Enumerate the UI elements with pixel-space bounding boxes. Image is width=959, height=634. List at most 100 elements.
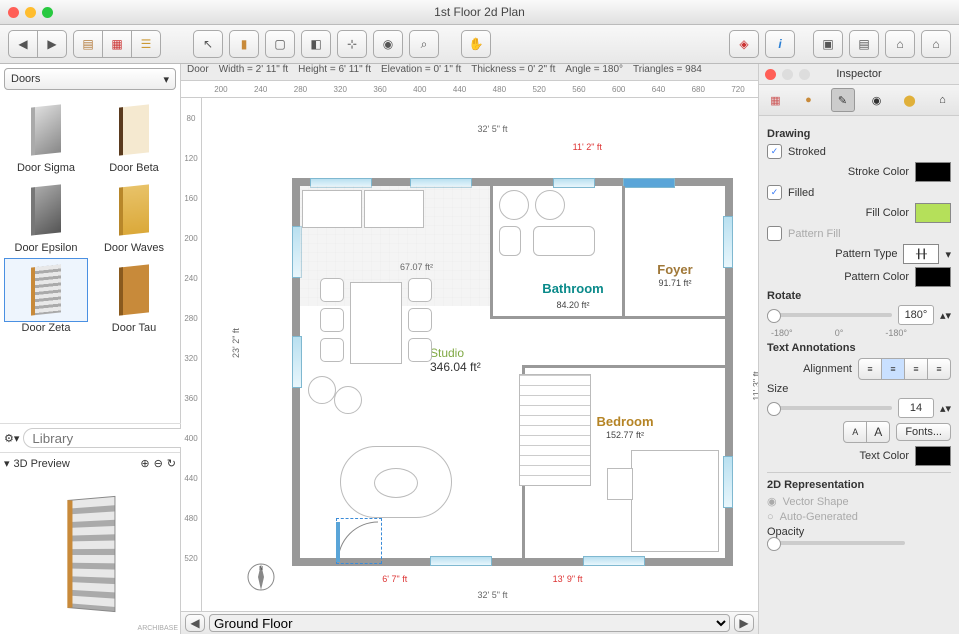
rotate-slider[interactable] (767, 313, 892, 317)
roof-tool-button[interactable]: ◧ (301, 30, 331, 58)
library-item[interactable]: Door Beta (92, 98, 176, 174)
window-titlebar: 1st Floor 2d Plan (0, 0, 959, 25)
compass-icon: N (246, 562, 276, 592)
layout-button[interactable]: ▣ (813, 30, 843, 58)
dimension: 32' 5" ft (478, 124, 508, 134)
opacity-slider[interactable] (767, 541, 905, 545)
radio-icon: ◉ (767, 495, 777, 508)
nav-forward-button[interactable]: ▶ (37, 30, 67, 58)
dimension: 13' 9" ft (553, 574, 583, 584)
library-item-label: Door Epsilon (4, 242, 88, 254)
view-3d-button[interactable]: ▦ (102, 30, 132, 58)
rotate-icon[interactable]: ↻ (167, 457, 176, 470)
floor-select[interactable]: Ground Floor (209, 614, 730, 632)
pattern-type-select[interactable]: ╂╂ (903, 244, 939, 264)
view-2d-button[interactable]: ▤ (73, 30, 103, 58)
pan-tool-button[interactable]: ✋ (461, 30, 491, 58)
dimension: 6' 7" ft (382, 574, 407, 584)
pattern-color-swatch[interactable] (915, 267, 951, 287)
stroked-checkbox[interactable]: ✓ (767, 144, 782, 159)
inspector-tab-object[interactable]: ▦ (765, 89, 787, 111)
library-item-label: Door Zeta (4, 322, 88, 334)
preview-3d[interactable]: ARCHIBASE (0, 474, 180, 634)
align-center-button[interactable]: ≡ (881, 358, 905, 380)
render-button[interactable]: ◈ (729, 30, 759, 58)
window-title: 1st Floor 2d Plan (0, 5, 959, 19)
zoom-out-icon[interactable]: ⊖ (154, 457, 163, 470)
alignment-label: Alignment (767, 363, 852, 375)
filled-checkbox[interactable]: ✓ (767, 185, 782, 200)
inspector-title: Inspector (759, 68, 959, 80)
room-area: 346.04 ft² (430, 360, 481, 374)
gear-icon[interactable]: ⚙▾ (4, 432, 19, 445)
fill-color-label: Fill Color (767, 207, 909, 219)
library-item-label: Door Beta (92, 162, 176, 174)
text-color-swatch[interactable] (915, 446, 951, 466)
home-button[interactable]: ⌂ (921, 30, 951, 58)
font-smaller-button[interactable]: A (843, 421, 867, 443)
fill-color-swatch[interactable] (915, 203, 951, 223)
dimension-tool-button[interactable]: ⊹ (337, 30, 367, 58)
library-sidebar: Doors ▾ Door Sigma Door Beta Door Epsilo… (0, 64, 181, 634)
library-item[interactable]: Door Epsilon (4, 178, 88, 254)
zoom-tool-button[interactable]: ⌕ (409, 30, 439, 58)
size-label: Size (767, 383, 788, 395)
room-area: 152.77 ft² (606, 430, 644, 440)
room-area: 91.71 ft² (658, 278, 691, 288)
inspector-tab-camera[interactable]: ◉ (866, 89, 888, 111)
library-category-value: Doors (11, 73, 40, 85)
dimension: 23' 2" ft (231, 328, 241, 358)
area-note: 67.07 ft² (400, 262, 433, 272)
inspector-tab-material[interactable]: ● (798, 89, 820, 111)
stepper-icon[interactable]: ▴▾ (940, 402, 951, 415)
wall-tool-button[interactable]: ▮ (229, 30, 259, 58)
pattern-fill-label: Pattern Fill (788, 228, 841, 240)
rotate-value[interactable]: 180° (898, 305, 934, 325)
floors-button[interactable]: ▤ (849, 30, 879, 58)
font-larger-button[interactable]: A (866, 421, 890, 443)
align-right-button[interactable]: ≡ (904, 358, 928, 380)
size-value[interactable]: 14 (898, 398, 934, 418)
floor-plan-canvas[interactable]: 32' 5" ft 11' 2" ft 23' 2" ft 11' 3" ft … (202, 98, 758, 611)
inspector-panel: Inspector ▦ ● ✎ ◉ ⬤ ⌂ Drawing ✓ Stroked … (758, 64, 959, 634)
info-bar: Door Width = 2' 11" ft Height = 6' 11" f… (181, 64, 758, 81)
size-slider[interactable] (767, 406, 892, 410)
pointer-tool-button[interactable]: ↖ (193, 30, 223, 58)
house-button[interactable]: ⌂ (885, 30, 915, 58)
view-split-button[interactable]: ☰ (131, 30, 161, 58)
fonts-button[interactable]: Fonts... (896, 423, 951, 441)
align-justify-button[interactable]: ≡ (927, 358, 951, 380)
library-category-select[interactable]: Doors ▾ (4, 68, 176, 90)
alignment-segmented[interactable]: ≡ ≡ ≡ ≡ (858, 358, 951, 380)
section-2d-repr: 2D Representation (767, 479, 951, 491)
inspector-tab-house[interactable]: ⌂ (932, 89, 954, 111)
next-floor-button[interactable]: ▶ (734, 614, 754, 632)
dimension: 32' 5" ft (478, 590, 508, 600)
prev-floor-button[interactable]: ◀ (185, 614, 205, 632)
stroke-color-swatch[interactable] (915, 162, 951, 182)
zoom-in-icon[interactable]: ⊕ (140, 457, 149, 470)
disclosure-icon[interactable]: ▾ (4, 457, 10, 470)
room-name: Foyer (657, 262, 692, 277)
inspector-tab-2d[interactable]: ✎ (831, 88, 855, 112)
room-tool-button[interactable]: ▢ (265, 30, 295, 58)
room-name: Bedroom (596, 414, 653, 429)
room-name: Bathroom (542, 281, 603, 296)
library-item[interactable]: Door Zeta (4, 258, 88, 334)
svg-text:N: N (259, 566, 263, 572)
inspector-tab-light[interactable]: ⬤ (899, 89, 921, 111)
library-item[interactable]: Door Tau (92, 258, 176, 334)
library-item[interactable]: Door Waves (92, 178, 176, 254)
nav-back-button[interactable]: ◀ (8, 30, 38, 58)
chevron-down-icon[interactable]: ▾ (945, 248, 951, 261)
ruler-horizontal: 2002402803203604004404805205606006406807… (181, 81, 758, 98)
library-item-label: Door Sigma (4, 162, 88, 174)
room-name: Studio (430, 346, 481, 360)
stepper-icon[interactable]: ▴▾ (940, 309, 951, 322)
dimension: 11' 3" ft (751, 371, 758, 400)
info-button[interactable]: i (765, 30, 795, 58)
align-left-button[interactable]: ≡ (858, 358, 882, 380)
camera-tool-button[interactable]: ◉ (373, 30, 403, 58)
rotate-label: Rotate (767, 290, 801, 302)
library-item[interactable]: Door Sigma (4, 98, 88, 174)
